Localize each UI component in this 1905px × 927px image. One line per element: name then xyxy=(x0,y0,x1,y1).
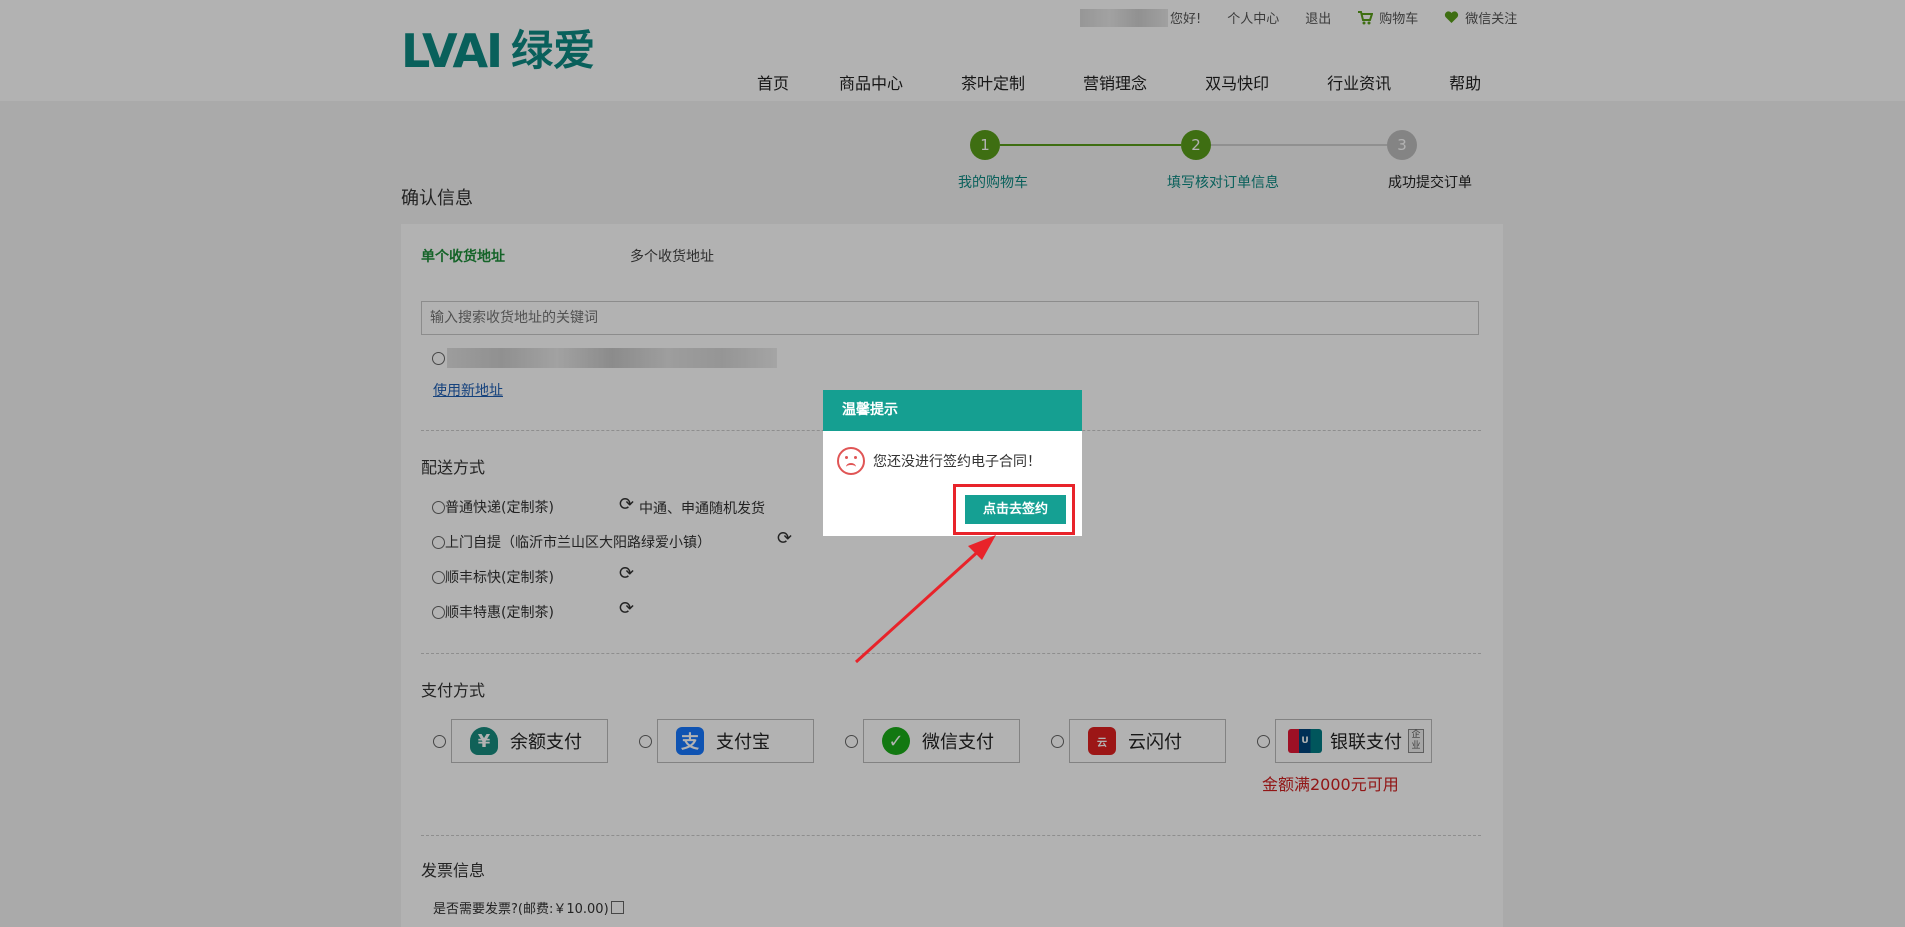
annotation-arrow-icon xyxy=(854,535,996,664)
